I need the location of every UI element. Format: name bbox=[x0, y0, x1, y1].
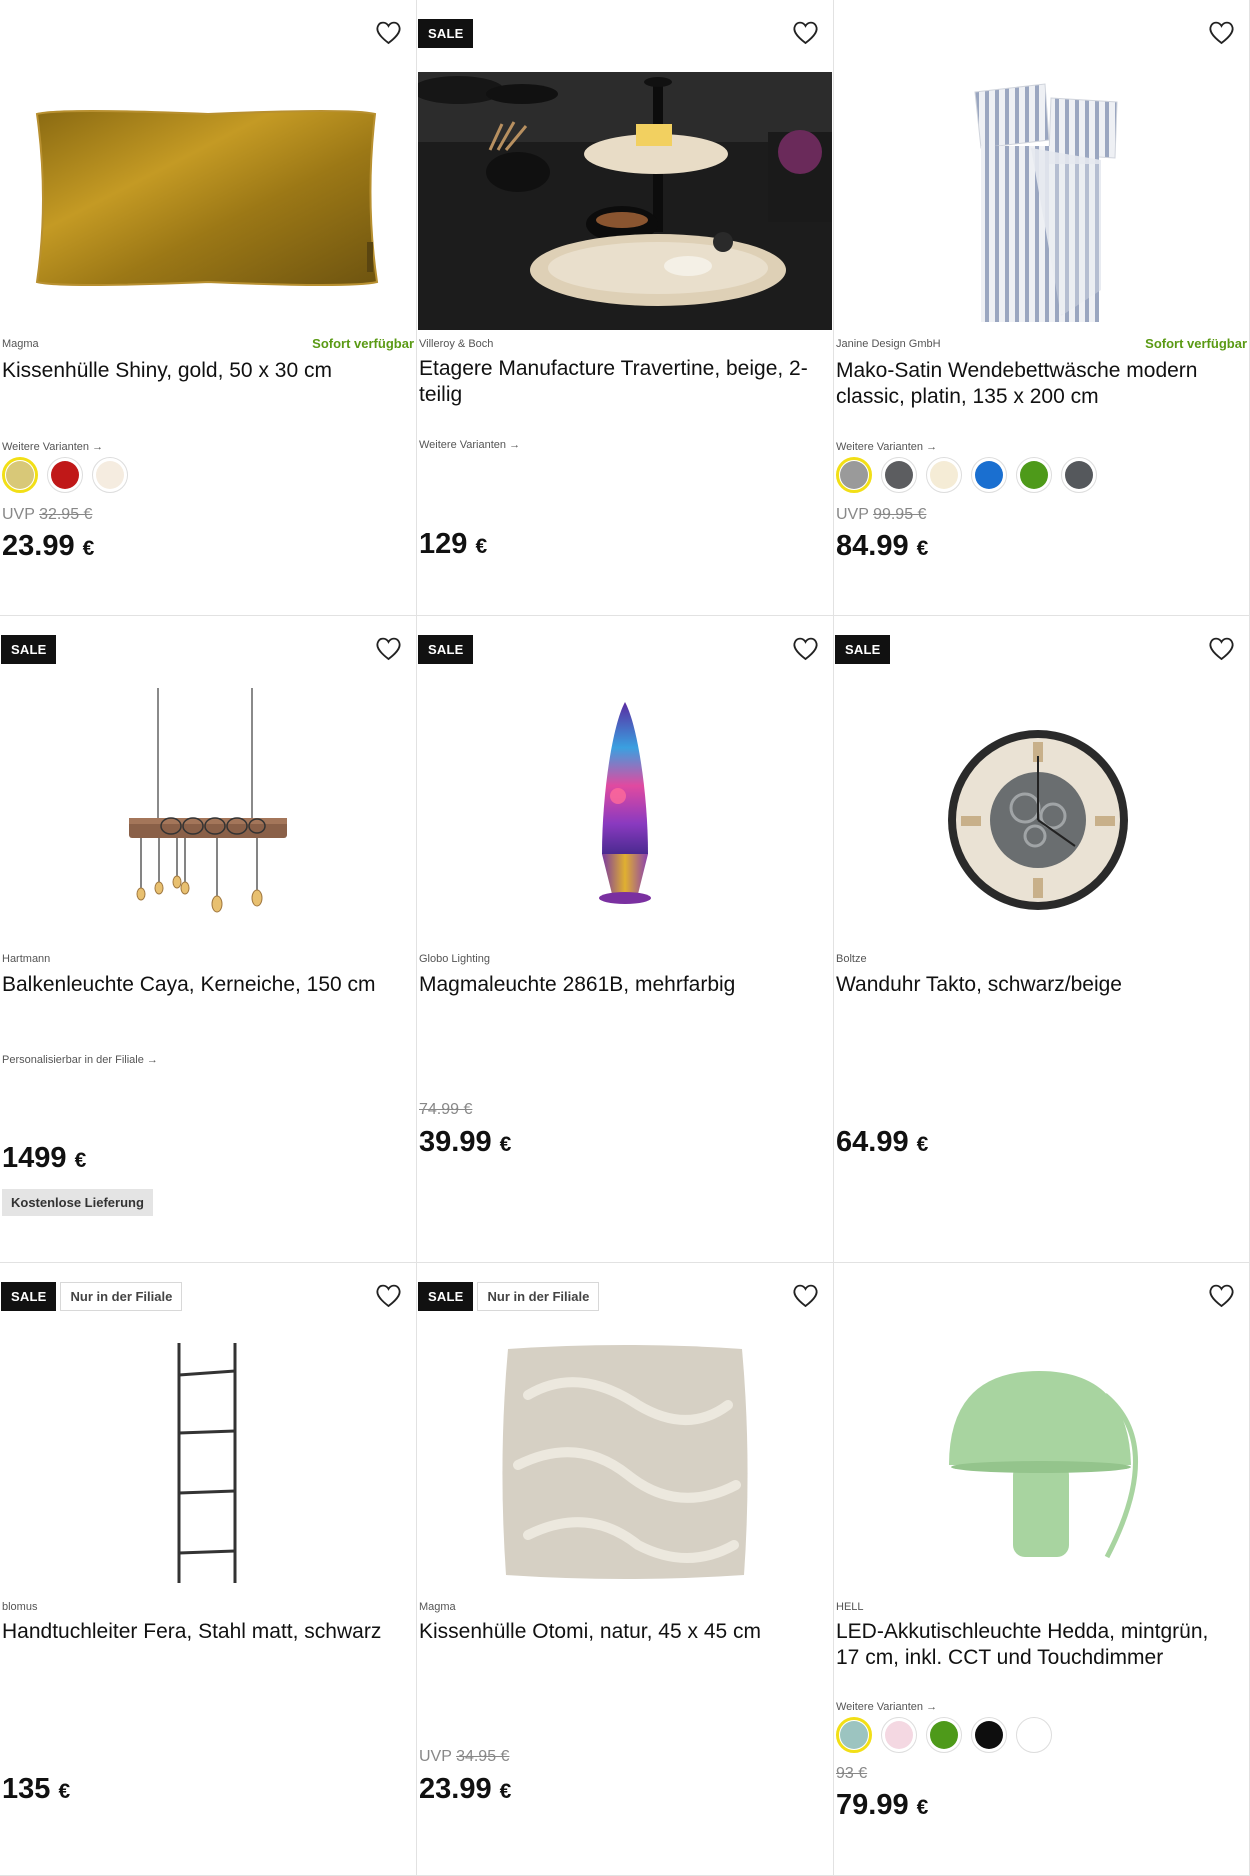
old-price: 93 € bbox=[836, 1765, 868, 1782]
heart-icon[interactable] bbox=[1208, 1283, 1235, 1309]
product-title[interactable]: Kissenhülle Shiny, gold, 50 x 30 cm bbox=[2, 358, 402, 384]
product-image[interactable] bbox=[1, 1335, 415, 1585]
price: 1499 € bbox=[2, 1142, 87, 1174]
brand-name: Boltze bbox=[836, 953, 867, 965]
heart-icon[interactable] bbox=[1208, 636, 1235, 662]
price: 23.99 € bbox=[2, 530, 95, 562]
brand-name: blomus bbox=[2, 1601, 38, 1613]
color-swatches bbox=[2, 457, 128, 493]
price: 64.99 € bbox=[836, 1126, 929, 1158]
product-title[interactable]: Magmaleuchte 2861B, mehrfarbig bbox=[419, 972, 819, 998]
badges: SALE Nur in der Filiale bbox=[418, 1282, 600, 1311]
product-image[interactable] bbox=[418, 72, 832, 330]
badges: SALE bbox=[835, 635, 891, 664]
product-card[interactable]: SALE bbox=[417, 616, 834, 1263]
old-price: 74.99 € bbox=[419, 1101, 473, 1118]
color-swatch[interactable] bbox=[926, 457, 962, 493]
product-image[interactable] bbox=[418, 686, 832, 936]
heart-icon[interactable] bbox=[1208, 20, 1235, 46]
heart-icon[interactable] bbox=[792, 1283, 819, 1309]
product-card[interactable]: SALE bbox=[417, 0, 834, 616]
product-grid: Magma Sofort verfügbar Kissenhülle Shiny… bbox=[0, 0, 1250, 1876]
color-swatch[interactable] bbox=[881, 457, 917, 493]
old-price: UVP 32.95 € bbox=[2, 506, 93, 523]
product-title[interactable]: Balkenleuchte Caya, Kerneiche, 150 cm bbox=[2, 972, 402, 998]
product-title[interactable]: Mako-Satin Wendebettwäsche modern classi… bbox=[836, 358, 1235, 410]
brand-name: Villeroy & Boch bbox=[419, 338, 494, 350]
color-swatch[interactable] bbox=[836, 1717, 872, 1753]
more-variants-link[interactable]: Weitere Varianten → bbox=[836, 441, 937, 453]
price: 23.99 € bbox=[419, 1773, 512, 1805]
product-title[interactable]: Kissenhülle Otomi, natur, 45 x 45 cm bbox=[419, 1619, 819, 1645]
color-swatch[interactable] bbox=[92, 457, 128, 493]
color-swatch[interactable] bbox=[1061, 457, 1097, 493]
brand-name: Globo Lighting bbox=[419, 953, 490, 965]
store-only-badge: Nur in der Filiale bbox=[477, 1282, 600, 1311]
color-swatch[interactable] bbox=[1016, 1717, 1052, 1753]
price: 39.99 € bbox=[419, 1126, 512, 1158]
product-card[interactable]: Magma Sofort verfügbar Kissenhülle Shiny… bbox=[0, 0, 417, 616]
color-swatches bbox=[836, 457, 1097, 493]
brand-name: Magma bbox=[419, 1601, 456, 1613]
color-swatch[interactable] bbox=[2, 457, 38, 493]
color-swatch[interactable] bbox=[881, 1717, 917, 1753]
sale-badge: SALE bbox=[418, 1282, 474, 1311]
product-card[interactable]: SALE Nur in der Filiale Magma Kissenhüll… bbox=[417, 1263, 834, 1876]
product-card[interactable]: SALE Nur in der Filiale blomus Handtuchl… bbox=[0, 1263, 417, 1876]
heart-icon[interactable] bbox=[375, 20, 402, 46]
heart-icon[interactable] bbox=[375, 636, 402, 662]
badges: SALE bbox=[418, 19, 474, 48]
product-image[interactable] bbox=[835, 1335, 1249, 1585]
product-title[interactable]: LED-Akkutischleuchte Hedda, mintgrün, 17… bbox=[836, 1619, 1235, 1671]
product-image[interactable] bbox=[1, 70, 415, 330]
brand-name: Hartmann bbox=[2, 953, 51, 965]
price: 84.99 € bbox=[836, 530, 929, 562]
free-delivery-badge: Kostenlose Lieferung bbox=[2, 1189, 153, 1216]
price: 129 € bbox=[419, 528, 488, 560]
product-image[interactable] bbox=[835, 70, 1249, 330]
product-card[interactable]: Janine Design GmbH Sofort verfügbar Mako… bbox=[834, 0, 1250, 616]
badges: SALE bbox=[418, 635, 474, 664]
product-image[interactable] bbox=[418, 1335, 832, 1585]
badges: SALE Nur in der Filiale bbox=[1, 1282, 183, 1311]
sale-badge: SALE bbox=[835, 635, 891, 664]
product-image[interactable] bbox=[835, 686, 1249, 936]
product-title[interactable]: Handtuchleiter Fera, Stahl matt, schwarz bbox=[2, 1619, 402, 1645]
brand-name: Magma bbox=[2, 338, 39, 350]
color-swatch[interactable] bbox=[971, 457, 1007, 493]
color-swatch[interactable] bbox=[926, 1717, 962, 1753]
color-swatch[interactable] bbox=[47, 457, 83, 493]
more-variants-link[interactable]: Weitere Varianten → bbox=[2, 441, 103, 453]
sale-badge: SALE bbox=[1, 635, 57, 664]
price: 135 € bbox=[2, 1773, 71, 1805]
more-variants-link[interactable]: Weitere Varianten → bbox=[419, 439, 520, 451]
product-card[interactable]: SALE bbox=[0, 616, 417, 1263]
color-swatch[interactable] bbox=[971, 1717, 1007, 1753]
product-card[interactable]: HELL LED-Akkutischleuchte Hedda, mintgrü… bbox=[834, 1263, 1250, 1876]
badges: SALE bbox=[1, 635, 57, 664]
heart-icon[interactable] bbox=[375, 1283, 402, 1309]
color-swatch[interactable] bbox=[1016, 457, 1052, 493]
more-variants-link[interactable]: Weitere Varianten → bbox=[836, 1701, 937, 1713]
color-swatches bbox=[836, 1717, 1052, 1753]
old-price: UVP 99.95 € bbox=[836, 506, 927, 523]
product-image[interactable] bbox=[1, 686, 415, 936]
personalize-link[interactable]: Personalisierbar in der Filiale → bbox=[2, 1054, 158, 1066]
product-card[interactable]: SALE bbox=[834, 616, 1250, 1263]
sale-badge: SALE bbox=[1, 1282, 57, 1311]
availability-label: Sofort verfügbar bbox=[1145, 336, 1247, 351]
price: 79.99 € bbox=[836, 1789, 929, 1821]
store-only-badge: Nur in der Filiale bbox=[60, 1282, 183, 1311]
sale-badge: SALE bbox=[418, 19, 474, 48]
sale-badge: SALE bbox=[418, 635, 474, 664]
color-swatch[interactable] bbox=[836, 457, 872, 493]
old-price: UVP 34.95 € bbox=[419, 1748, 510, 1765]
availability-label: Sofort verfügbar bbox=[312, 336, 414, 351]
brand-name: Janine Design GmbH bbox=[836, 338, 941, 350]
product-title[interactable]: Wanduhr Takto, schwarz/beige bbox=[836, 972, 1235, 998]
heart-icon[interactable] bbox=[792, 636, 819, 662]
product-title[interactable]: Etagere Manufacture Travertine, beige, 2… bbox=[419, 356, 819, 408]
heart-icon[interactable] bbox=[792, 20, 819, 46]
brand-name: HELL bbox=[836, 1601, 864, 1613]
